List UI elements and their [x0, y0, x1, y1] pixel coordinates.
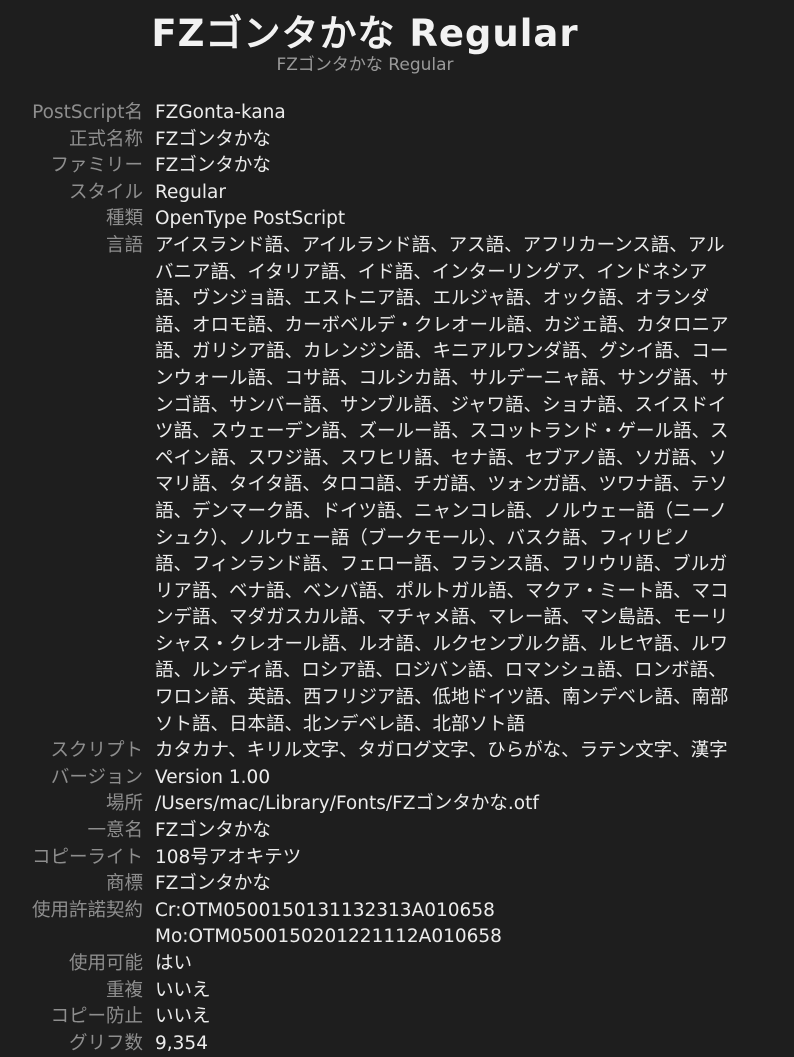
duplicate-row: 重複 いいえ: [0, 978, 794, 1005]
style-row: スタイル Regular: [0, 180, 794, 207]
glyph-count-row: グリフ数 9,354: [0, 1031, 794, 1057]
font-sample-text: FZゴンタかな Regular: [151, 12, 579, 55]
copyright-label: コピーライト: [31, 846, 143, 868]
location-value: /Users/mac/Library/Fonts/FZゴンタかな.otf: [155, 793, 539, 815]
copy-protected-row: コピー防止 いいえ: [0, 1004, 794, 1031]
languages-line: マリ語、タイタ語、タロコ語、チガ語、ツォンガ語、ツワナ語、テソ: [155, 474, 728, 496]
languages-line: 語、フィンランド語、フェロー語、フランス語、フリウリ語、ブルガ: [155, 554, 728, 576]
languages-line: ペイン語、スワジ語、スワヒリ語、セナ語、セブアノ語、ソガ語、ソ: [155, 447, 727, 469]
languages-line: アイスランド語、アイルランド語、アス語、アフリカーンス語、アル: [155, 234, 725, 256]
languages-line: ンウォール語、コサ語、コルシカ語、サルデーニャ語、サング語、サ: [155, 367, 729, 389]
script-value: カタカナ、キリル文字、タガログ文字、ひらがな、ラテン文字、漢字: [155, 740, 728, 762]
kind-value: OpenType PostScript: [155, 208, 346, 230]
family-row: ファミリー FZゴンタかな: [0, 153, 794, 180]
languages-line: ツ語、スウェーデン語、ズールー語、スコットランド・ゲール語、ス: [155, 421, 729, 443]
style-label: スタイル: [68, 181, 143, 203]
enabled-value: はい: [155, 953, 193, 974]
languages-line: シャス・クレオール語、ルオ語、ルクセンブルク語、ルヒヤ語、ルワ: [155, 633, 728, 655]
full-name-value: FZゴンタかな: [155, 128, 271, 150]
version-row: バージョン Version 1.00: [0, 765, 794, 792]
license-row: 使用許諾契約 Cr:OTM0500150131132313A010658 Mo:…: [0, 898, 794, 951]
enabled-label: 使用可能: [68, 953, 143, 974]
location-row: 場所 /Users/mac/Library/Fonts/FZゴンタかな.otf: [0, 791, 794, 818]
languages-row: 言語 アイスランド語、アイルランド語、アス語、アフリカーンス語、アル バニア語、…: [0, 233, 794, 738]
duplicate-label: 重複: [105, 979, 143, 1001]
languages-label: 言語: [105, 234, 143, 256]
languages-line: ワロン語、英語、西フリジア語、低地ドイツ語、南ンデベレ語、南部: [155, 687, 729, 709]
kind-label: 種類: [105, 208, 143, 230]
languages-line: リア語、ベナ語、ベンバ語、ポルトガル語、マクア・ミート語、マコ: [155, 580, 729, 602]
languages-line: 語、オロモ語、カーボベルデ・クレオール語、カジェ語、カタロニア: [155, 314, 729, 336]
copy-protected-label: コピー防止: [50, 1006, 143, 1028]
full-name-label: 正式名称: [68, 128, 143, 150]
enabled-row: 使用可能 はい: [0, 951, 794, 978]
languages-line: 語、ヴンジョ語、エストニア語、エルジャ語、オック語、オランダ: [155, 288, 710, 310]
family-value: FZゴンタかな: [155, 155, 271, 177]
trademark-row: 商標 FZゴンタかな: [0, 871, 794, 898]
script-label: スクリプト: [50, 740, 143, 762]
unique-name-value: FZゴンタかな: [155, 820, 271, 842]
copyright-value: 108号アオキテツ: [155, 846, 302, 868]
unique-name-label: 一意名: [87, 820, 143, 842]
license-value: Cr:OTM0500150131132313A010658 Mo:OTM0500…: [155, 898, 775, 951]
languages-line: ンデ語、マダガスカル語、マチャメ語、マレー語、マン島語、モーリ: [155, 607, 729, 629]
languages-line: シュク）、ノルウェー語（ブークモール）、バスク語、フィリピノ: [155, 527, 692, 549]
postscript-name-row: PostScript名 FZGonta-kana: [0, 100, 794, 127]
languages-line: 語、ガリシア語、カレンジン語、キニアルワンダ語、グシイ語、コー: [155, 341, 729, 363]
font-info-panel: PostScript名 FZGonta-kana 正式名称 FZゴンタかな ファ…: [0, 100, 794, 1057]
languages-line: 語、デンマーク語、ドイツ語、ニャンコレ語、ノルウェー語（ニーノ: [155, 500, 728, 522]
languages-line: バニア語、イタリア語、イド語、インターリングア、インドネシア: [155, 261, 708, 283]
duplicate-value: いいえ: [155, 979, 211, 1001]
font-preview: FZゴンタかな Regular FZゴンタかな Regular: [0, 8, 730, 76]
kind-row: 種類 OpenType PostScript: [0, 206, 794, 233]
version-value: Version 1.00: [155, 766, 271, 788]
style-value: Regular: [155, 181, 226, 203]
license-line: Mo:OTM0500150201221112A010658: [155, 926, 502, 948]
unique-name-row: 一意名 FZゴンタかな: [0, 818, 794, 845]
glyph-count-label: グリフ数: [68, 1032, 143, 1054]
version-label: バージョン: [50, 766, 143, 788]
location-label: 場所: [105, 793, 143, 815]
full-name-row: 正式名称 FZゴンタかな: [0, 127, 794, 154]
license-label: 使用許諾契約: [31, 899, 143, 921]
font-caption: FZゴンタかな Regular: [276, 55, 454, 75]
languages-line: ソト語、日本語、北ンデベレ語、北部ソト語: [155, 713, 526, 735]
family-label: ファミリー: [50, 155, 143, 177]
copyright-row: コピーライト 108号アオキテツ: [0, 845, 794, 872]
postscript-name-value: FZGonta-kana: [155, 102, 286, 123]
languages-line: 語、ルンディ語、ロシア語、ロジバン語、ロマンシュ語、ロンボ語、: [155, 660, 727, 682]
languages-value: アイスランド語、アイルランド語、アス語、アフリカーンス語、アル バニア語、イタリ…: [155, 233, 775, 738]
copy-protected-value: いいえ: [155, 1006, 211, 1028]
postscript-name-label: PostScript名: [32, 102, 143, 123]
trademark-value: FZゴンタかな: [155, 873, 271, 895]
glyph-count-value: 9,354: [155, 1032, 208, 1054]
trademark-label: 商標: [105, 873, 143, 895]
script-row: スクリプト カタカナ、キリル文字、タガログ文字、ひらがな、ラテン文字、漢字: [0, 738, 794, 765]
languages-line: ンゴ語、サンバー語、サンブル語、ジャワ語、ショナ語、スイスドイ: [155, 394, 727, 416]
license-line: Cr:OTM0500150131132313A010658: [155, 899, 495, 921]
